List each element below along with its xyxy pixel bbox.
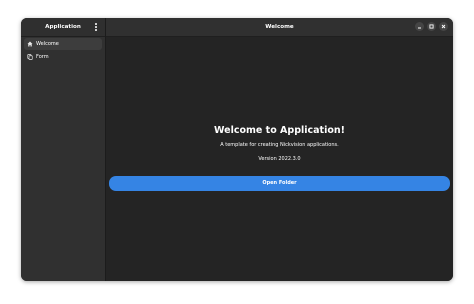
welcome-heading: Welcome to Application! bbox=[214, 125, 345, 136]
sidebar: Application Welcome Form bbox=[21, 18, 106, 281]
home-icon bbox=[27, 41, 33, 47]
app-description: A template for creating Nickvision appli… bbox=[220, 142, 339, 148]
sidebar-item-label: Welcome bbox=[36, 41, 59, 47]
view-more-icon[interactable] bbox=[91, 21, 101, 33]
sidebar-item-welcome[interactable]: Welcome bbox=[24, 38, 102, 50]
close-icon[interactable] bbox=[439, 22, 448, 31]
sidebar-item-label: Form bbox=[36, 54, 49, 60]
document-copy-icon bbox=[27, 54, 33, 60]
page-title: Welcome bbox=[265, 24, 294, 30]
version-label: Version 2022.3.0 bbox=[258, 156, 301, 162]
sidebar-headerbar: Application bbox=[21, 18, 105, 37]
main-content: Welcome Welcome to Application! A templa… bbox=[106, 18, 453, 281]
sidebar-item-form[interactable]: Form bbox=[24, 51, 102, 63]
minimize-icon[interactable] bbox=[415, 22, 424, 31]
maximize-icon[interactable] bbox=[427, 22, 436, 31]
open-folder-button[interactable]: Open Folder bbox=[109, 176, 450, 191]
app-window: Application Welcome Form Welcome Welcome… bbox=[21, 18, 453, 281]
content-headerbar: Welcome bbox=[106, 18, 453, 37]
